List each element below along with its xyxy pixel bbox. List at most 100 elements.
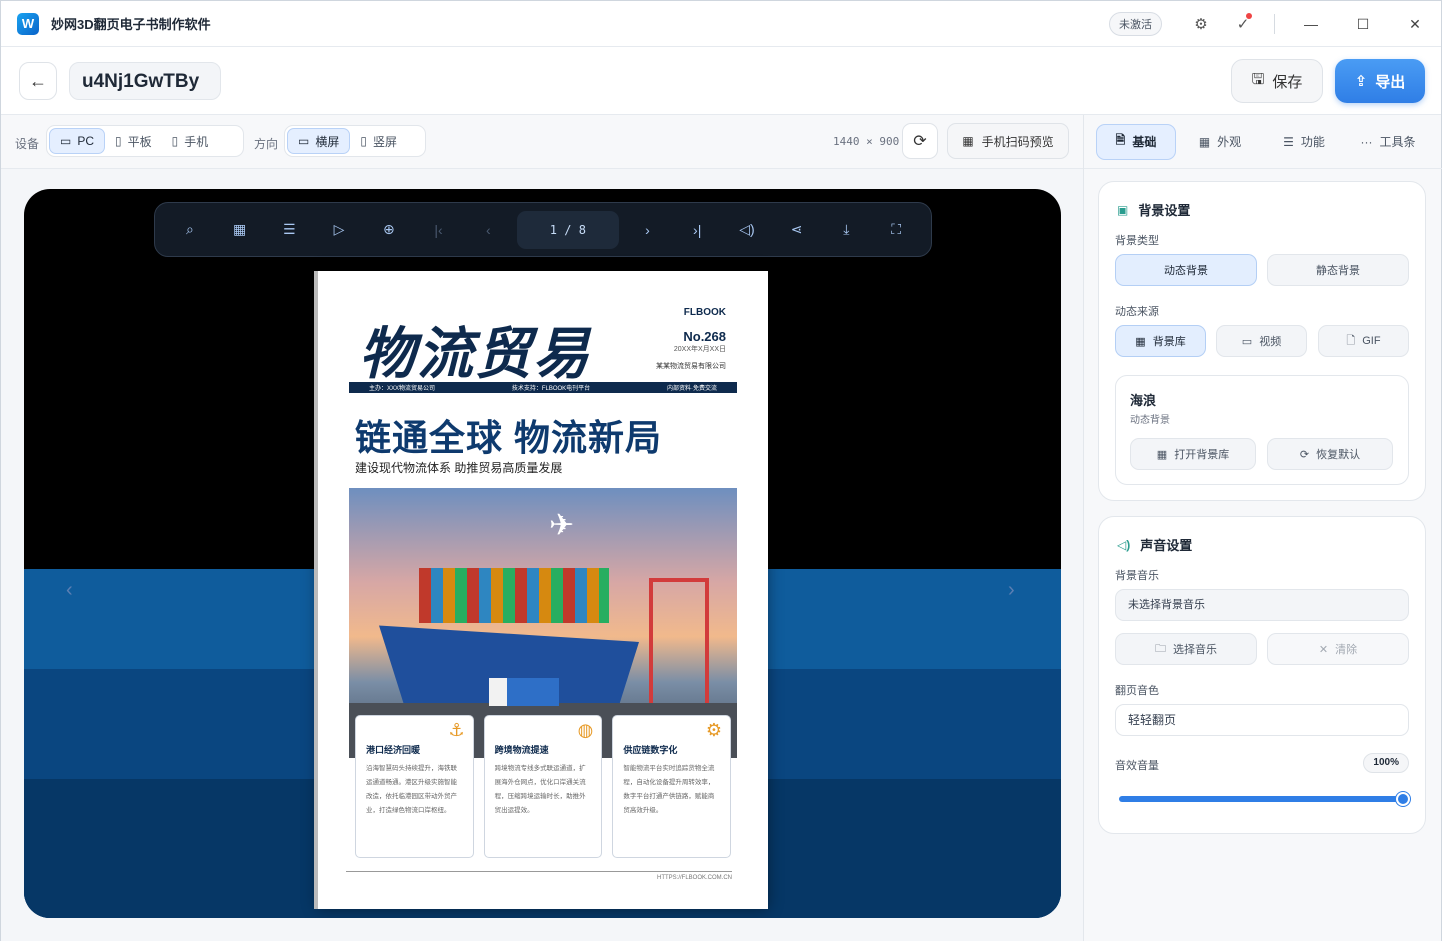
maximize-button[interactable]: ☐ bbox=[1337, 1, 1389, 47]
book-spine bbox=[314, 271, 318, 909]
minimize-button[interactable]: — bbox=[1285, 1, 1337, 47]
magazine-subheadline: 建设现代物流体系 助推贸易高质量发展 bbox=[355, 461, 563, 475]
source-gif-option[interactable]: 🗋 GIF bbox=[1318, 325, 1409, 357]
save-button[interactable]: 🖫 保存 bbox=[1231, 59, 1323, 103]
thumbnails-icon[interactable]: ▦ bbox=[215, 210, 265, 250]
feature-card-title: 跨境物流提速 bbox=[494, 745, 549, 755]
source-library-option[interactable]: ▦ 背景库 bbox=[1115, 325, 1206, 357]
viewer-toolbar: ⌕ ▦ ☰ ▷ ⊕ |‹ ‹ 1 / 8 › ›| ◁) ⋖ ⤓ ⛶ bbox=[154, 202, 932, 257]
document-header: ← u4Nj1GwTBy 🖫 保存 ⇪ 导出 bbox=[1, 47, 1441, 115]
tab-basic[interactable]: 🗎 基础 bbox=[1096, 123, 1176, 160]
first-page-icon[interactable]: |‹ bbox=[414, 210, 464, 250]
download-icon[interactable]: ⤓ bbox=[822, 210, 872, 250]
orientation-label: 方向 bbox=[254, 137, 279, 151]
next-page-icon[interactable]: › bbox=[623, 210, 673, 250]
activation-status-badge[interactable]: 未激活 bbox=[1109, 12, 1162, 36]
background-settings-panel: ▣ 背景设置 背景类型 动态背景 静态背景 动态来源 ▦ 背景库 ▭ 视频 🗋 GIF … bbox=[1098, 181, 1426, 501]
device-phone-option[interactable]: ▯ 手机 bbox=[162, 128, 219, 154]
last-page-icon[interactable]: ›| bbox=[672, 210, 722, 250]
tab-appearance[interactable]: ▦ 外观 bbox=[1180, 124, 1260, 160]
orientation-selector: ▭ 横屏 ▯ 竖屏 bbox=[284, 125, 426, 157]
speaker-icon: ◁) bbox=[1117, 537, 1131, 552]
feature-card: ⚙ 供应链数字化 智能物流平台实时追踪货物全流程，自动化设备提升周转效率，数字平… bbox=[612, 715, 732, 858]
device-pc-label: PC bbox=[77, 134, 95, 148]
background-type-static[interactable]: 静态背景 bbox=[1267, 254, 1409, 286]
clear-music-label: 清除 bbox=[1335, 644, 1358, 656]
document-icon: 🗎 bbox=[1115, 133, 1126, 147]
orientation-portrait-label: 竖屏 bbox=[372, 134, 397, 149]
background-music-field[interactable]: 未选择背景音乐 bbox=[1115, 589, 1409, 621]
refresh-icon: ⟳ bbox=[913, 133, 927, 150]
source-library-label: 背景库 bbox=[1152, 336, 1186, 348]
back-button[interactable]: ← bbox=[19, 62, 57, 100]
notification-dot bbox=[1246, 13, 1252, 19]
share-icon[interactable]: ⋖ bbox=[772, 210, 822, 250]
notification-check-icon[interactable]: ✓ bbox=[1222, 1, 1264, 47]
sound-settings-panel: ◁) 声音设置 背景音乐 未选择背景音乐 🗀 选择音乐 ✕ 清除 翻页音色 轻轻翻页 … bbox=[1098, 516, 1426, 834]
close-button[interactable]: ✕ bbox=[1389, 1, 1441, 47]
source-video-option[interactable]: ▭ 视频 bbox=[1216, 325, 1307, 357]
document-name-field[interactable]: u4Nj1GwTBy bbox=[69, 62, 221, 100]
magazine-cover-page[interactable]: 物流贸易 FLBOOK No.268 20XX年X月XX日 某某物流贸易有限公司… bbox=[314, 271, 768, 909]
video-icon: ▭ bbox=[1241, 335, 1253, 348]
tab-features[interactable]: ☰ 功能 bbox=[1264, 124, 1344, 160]
orientation-portrait-option[interactable]: ▯ 竖屏 bbox=[350, 128, 407, 154]
qr-preview-button[interactable]: ▦ 手机扫码预览 bbox=[947, 123, 1069, 159]
source-video-label: 视频 bbox=[1259, 336, 1282, 348]
tab-toolbar-label: 工具条 bbox=[1379, 135, 1416, 149]
tab-toolbar[interactable]: ··· 工具条 bbox=[1348, 124, 1428, 160]
stage-next-arrow-icon[interactable]: › bbox=[1008, 579, 1015, 602]
current-background-type: 动态背景 bbox=[1130, 415, 1170, 426]
sliders-icon: ☰ bbox=[1283, 134, 1294, 149]
refresh-button[interactable]: ⟳ bbox=[902, 123, 938, 159]
flip-sound-label: 翻页音色 bbox=[1115, 685, 1159, 697]
table-of-contents-icon[interactable]: ☰ bbox=[264, 210, 314, 250]
photo-containers bbox=[419, 568, 609, 623]
magazine-url: HTTPS://FLBOOK.COM.CN bbox=[346, 871, 732, 881]
previous-page-icon[interactable]: ‹ bbox=[463, 210, 513, 250]
preview-area: ⌕ ▦ ☰ ▷ ⊕ |‹ ‹ 1 / 8 › ›| ◁) ⋖ ⤓ ⛶ ‹ › 物… bbox=[1, 169, 1083, 941]
background-settings-title: ▣ 背景设置 bbox=[1117, 200, 1190, 219]
stage-prev-arrow-icon[interactable]: ‹ bbox=[66, 579, 73, 602]
choose-music-button[interactable]: 🗀 选择音乐 bbox=[1115, 633, 1257, 665]
feature-card-text: 智能物流平台实时追踪货物全流程，自动化设备提升周转效率，数字平台打通产供链路，赋… bbox=[623, 765, 715, 814]
volume-slider-thumb[interactable] bbox=[1396, 792, 1410, 806]
flip-sound-select[interactable]: 轻轻翻页 bbox=[1115, 704, 1409, 736]
orientation-landscape-option[interactable]: ▭ 横屏 bbox=[287, 128, 351, 154]
settings-sidebar: 🗎 基础 ▦ 外观 ☰ 功能 ··· 工具条 ▣ 背景设置 背景类型 动态背景 静态背景 … bbox=[1083, 115, 1442, 941]
magazine-headline: 链通全球 物流新局 bbox=[355, 417, 663, 458]
source-gif-label: GIF bbox=[1362, 335, 1381, 347]
restore-default-button[interactable]: ⟳ 恢复默认 bbox=[1267, 438, 1393, 470]
globe-icon: ◍ bbox=[577, 720, 594, 740]
volume-slider-track[interactable] bbox=[1119, 796, 1405, 802]
clear-music-button[interactable]: ✕ 清除 bbox=[1267, 633, 1409, 665]
page-indicator[interactable]: 1 / 8 bbox=[517, 210, 619, 249]
photo-crane bbox=[649, 578, 709, 708]
search-icon[interactable]: ⌕ bbox=[165, 210, 215, 250]
folder-icon: 🗀 bbox=[1155, 642, 1166, 655]
device-selector: ▭ PC ▯ 平板 ▯ 手机 bbox=[46, 125, 244, 157]
autoplay-icon[interactable]: ▷ bbox=[314, 210, 364, 250]
volume-label: 音效音量 bbox=[1115, 760, 1159, 772]
export-button[interactable]: ⇪ 导出 bbox=[1335, 59, 1425, 103]
open-library-button[interactable]: ▦ 打开背景库 bbox=[1130, 438, 1256, 470]
device-pc-option[interactable]: ▭ PC bbox=[49, 128, 106, 154]
magazine-date: 20XX年X月XX日 bbox=[673, 346, 726, 353]
anchor-icon: ⚓ bbox=[448, 720, 465, 740]
arrow-left-icon: ← bbox=[29, 70, 47, 91]
sound-icon[interactable]: ◁) bbox=[722, 210, 772, 250]
sound-settings-title: ◁) 声音设置 bbox=[1117, 535, 1192, 554]
settings-icon[interactable]: ⚙ bbox=[1180, 1, 1222, 47]
magazine-logo: FLBOOK bbox=[683, 307, 726, 318]
upload-icon: ⇪ bbox=[1354, 73, 1368, 90]
preview-toolbar: 设备 ▭ PC ▯ 平板 ▯ 手机 方向 ▭ 横屏 ▯ 竖屏 1440 × 900 ⟳ ▦… bbox=[1, 115, 1083, 169]
magazine-title: 物流贸易 bbox=[359, 321, 591, 387]
settings-tabs: 🗎 基础 ▦ 外观 ☰ 功能 ··· 工具条 bbox=[1084, 115, 1442, 169]
background-type-dynamic[interactable]: 动态背景 bbox=[1115, 254, 1257, 286]
strip-sponsor: 主办：XXX物流贸易公司 bbox=[369, 386, 436, 392]
background-music-label: 背景音乐 bbox=[1115, 570, 1159, 582]
zoom-in-icon[interactable]: ⊕ bbox=[364, 210, 414, 250]
photo-airplane-icon: ✈ bbox=[549, 509, 575, 542]
device-tablet-option[interactable]: ▯ 平板 bbox=[105, 128, 162, 154]
fullscreen-icon[interactable]: ⛶ bbox=[871, 210, 921, 250]
